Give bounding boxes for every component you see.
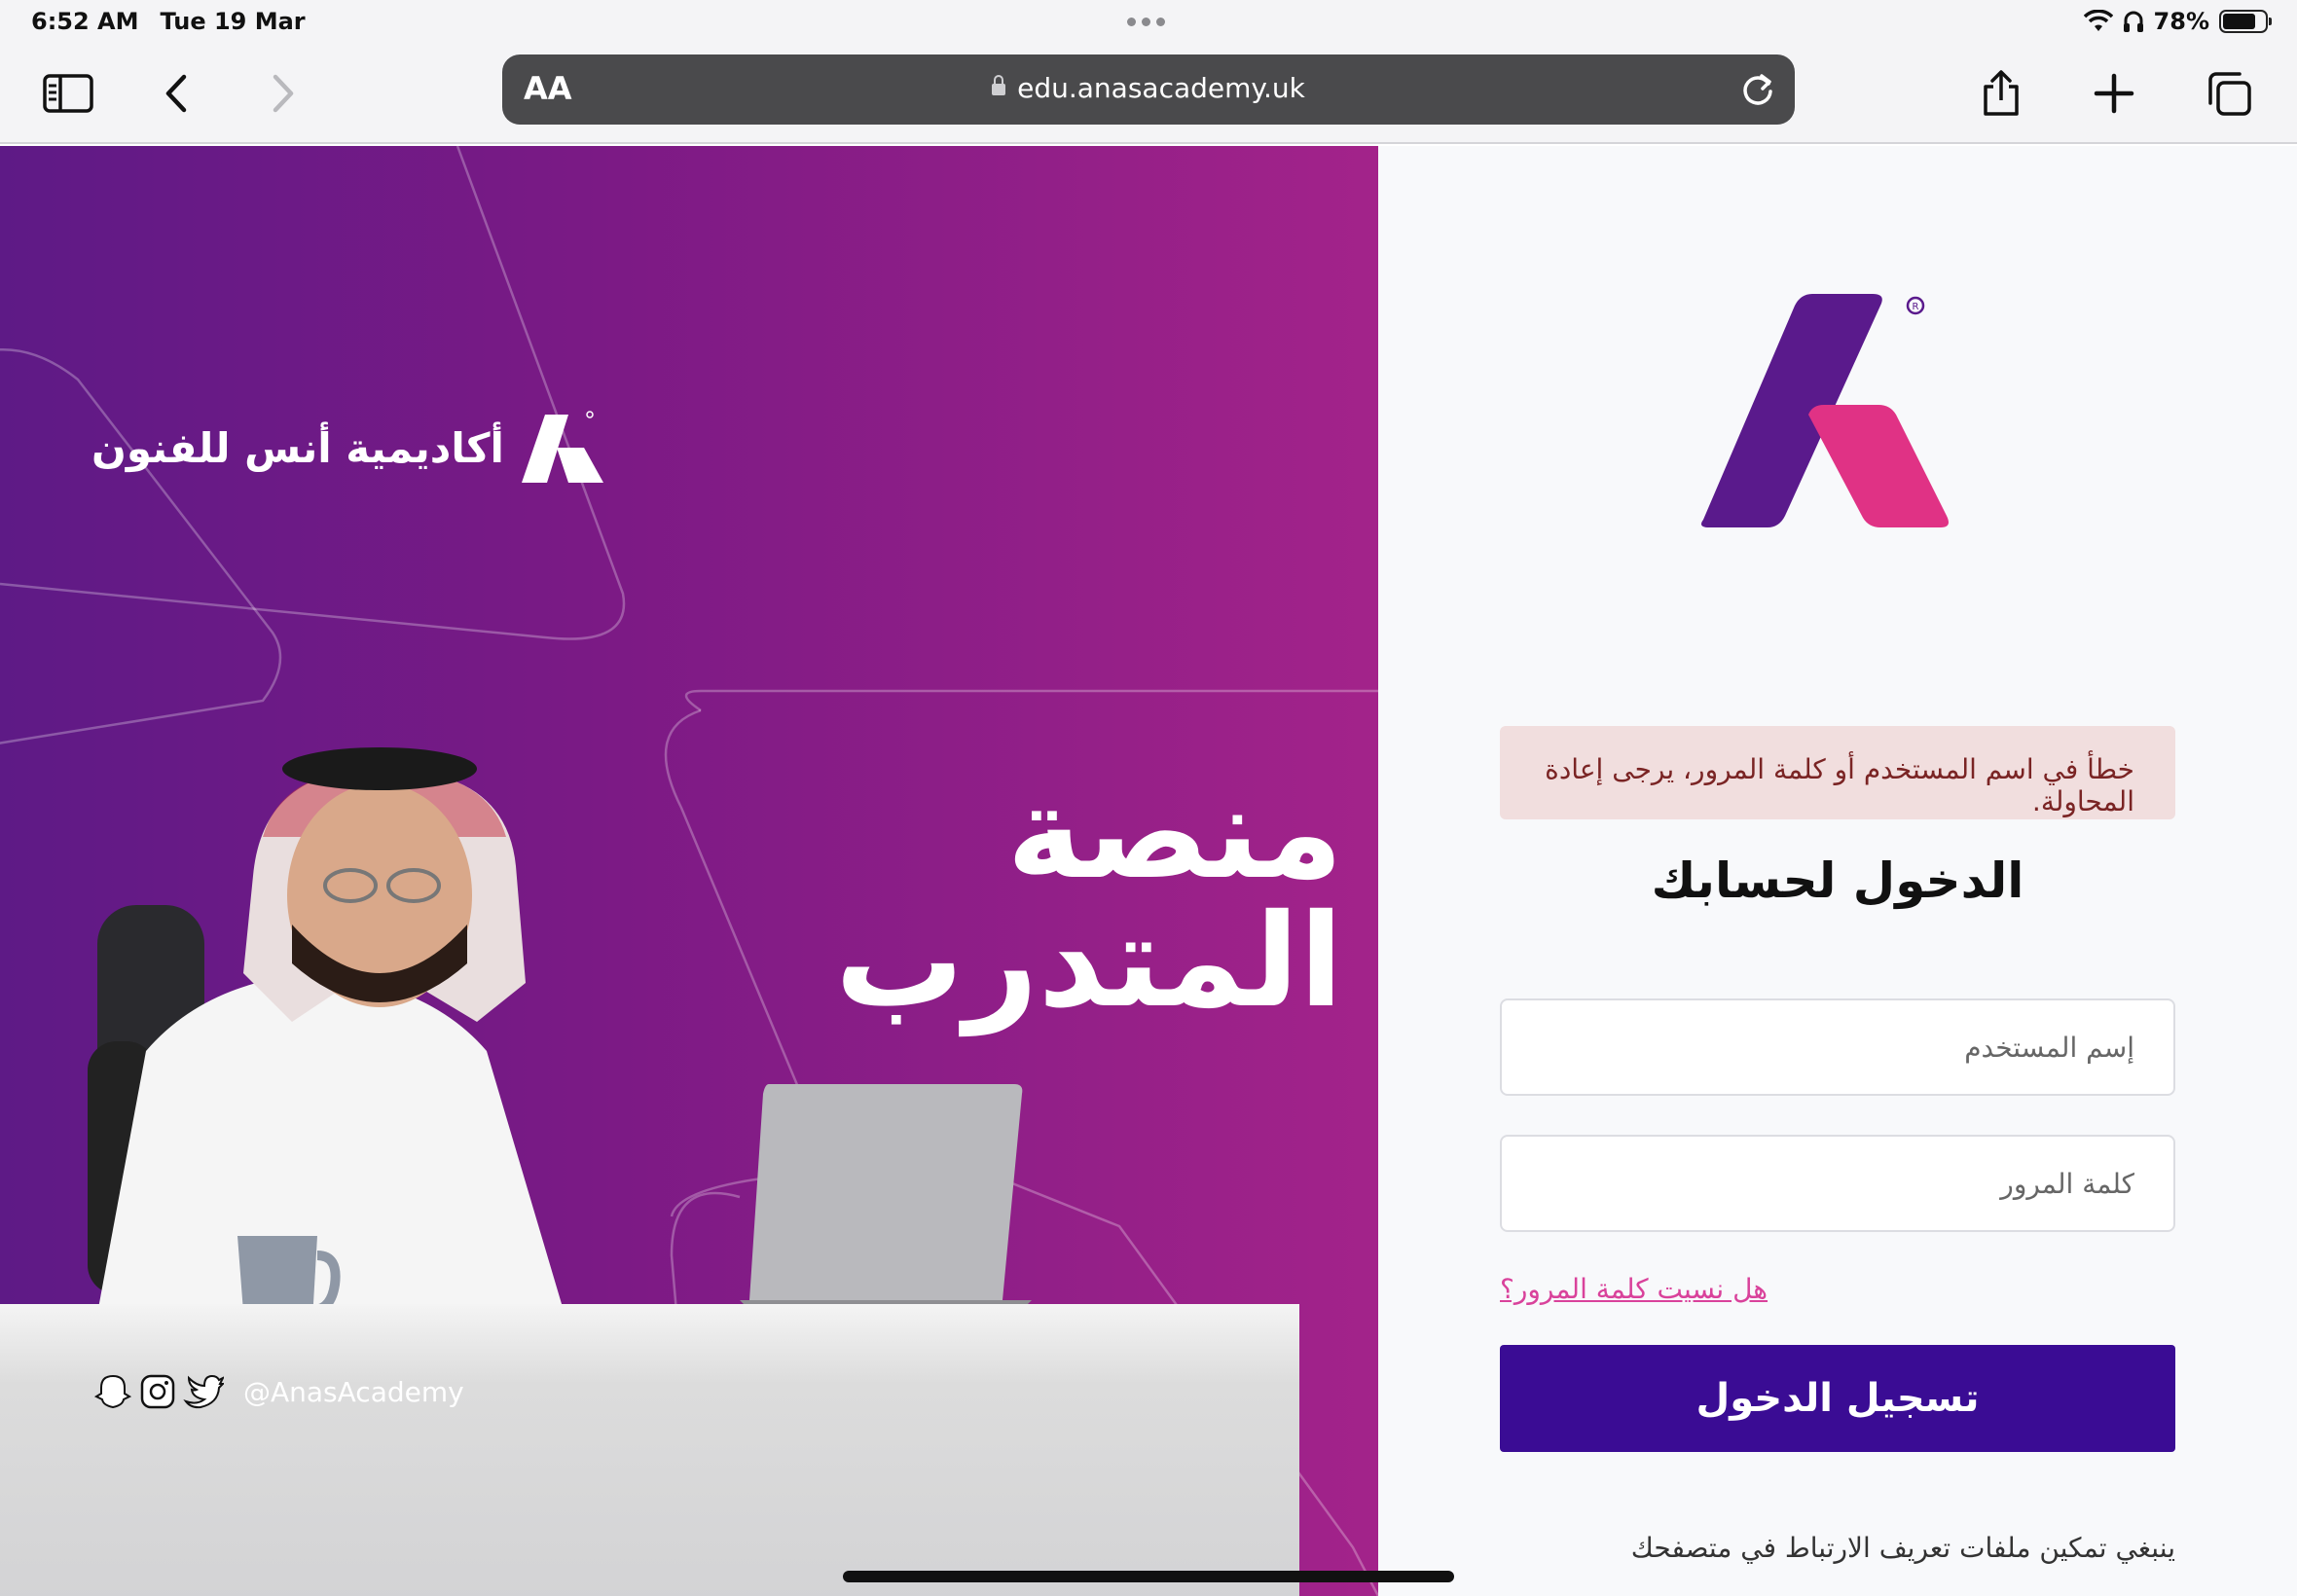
laptop-screen <box>740 1084 1032 1314</box>
browser-toolbar: AA edu.anasacademy.uk <box>0 47 2297 144</box>
social-links: @AnasAcademy <box>93 1372 464 1411</box>
multitasking-dots-icon[interactable] <box>1127 18 1165 26</box>
battery-icon <box>2219 10 2272 33</box>
login-title: الدخول لحسابك <box>1651 852 2024 909</box>
home-indicator[interactable] <box>843 1571 1454 1582</box>
username-field[interactable] <box>1500 998 2175 1096</box>
tabs-icon[interactable] <box>2198 62 2260 125</box>
login-button[interactable]: تسجيل الدخول <box>1500 1345 2175 1452</box>
status-indicators: 78% <box>2083 8 2272 35</box>
forgot-password-link[interactable]: هل نسيت كلمة المرور؟ <box>1500 1273 1768 1305</box>
address-bar[interactable]: AA edu.anasacademy.uk <box>502 54 1795 125</box>
login-panel: R خطأ في اسم المستخدم أو كلمة المرور، ير… <box>1378 146 2297 1596</box>
sidebar-icon[interactable] <box>37 62 99 125</box>
error-alert: خطأ في اسم المستخدم أو كلمة المرور، يرجى… <box>1500 726 2175 819</box>
status-time: 6:52 AM <box>31 8 139 35</box>
cookie-notice: ينبغي تمكين ملفات تعريف الارتباط في متصف… <box>1630 1532 2175 1564</box>
brand-name: أكاديمية أنس للفنون <box>91 423 504 472</box>
back-icon[interactable] <box>146 62 208 125</box>
url-text: edu.anasacademy.uk <box>1017 72 1305 104</box>
lock-icon <box>992 75 1006 95</box>
academy-logo-icon <box>521 411 603 483</box>
academy-logo: R <box>1701 294 1949 527</box>
reload-icon[interactable] <box>1738 70 1777 113</box>
svg-text:R: R <box>1913 302 1919 312</box>
twitter-icon[interactable] <box>183 1372 224 1411</box>
promo-banner: أكاديمية أنس للفنون منصة المتدرب @AnasAc… <box>0 146 1378 1596</box>
promo-headline: منصة المتدرب <box>834 758 1343 1036</box>
status-date: Tue 19 Mar <box>160 8 306 35</box>
url-display[interactable]: edu.anasacademy.uk <box>502 72 1795 104</box>
share-icon[interactable] <box>1970 62 2032 125</box>
brand-logo: أكاديمية أنس للفنون <box>91 409 605 487</box>
status-time-date: 6:52 AM Tue 19 Mar <box>31 8 306 35</box>
trainer-photo <box>88 747 565 1314</box>
browser-window: 6:52 AM Tue 19 Mar 78% AA edu.anasacadem… <box>0 0 2297 1596</box>
instagram-icon[interactable] <box>138 1372 177 1411</box>
new-tab-icon[interactable] <box>2083 62 2145 125</box>
social-handle: @AnasAcademy <box>243 1375 464 1408</box>
headphones-icon <box>2123 11 2143 32</box>
wifi-icon <box>2083 10 2113 31</box>
battery-percentage: 78% <box>2153 8 2209 35</box>
password-field[interactable] <box>1500 1135 2175 1232</box>
forward-icon[interactable] <box>251 62 313 125</box>
desk-front <box>0 1304 1299 1596</box>
status-bar: 6:52 AM Tue 19 Mar 78% <box>0 0 2297 47</box>
snapchat-icon[interactable] <box>93 1372 132 1411</box>
